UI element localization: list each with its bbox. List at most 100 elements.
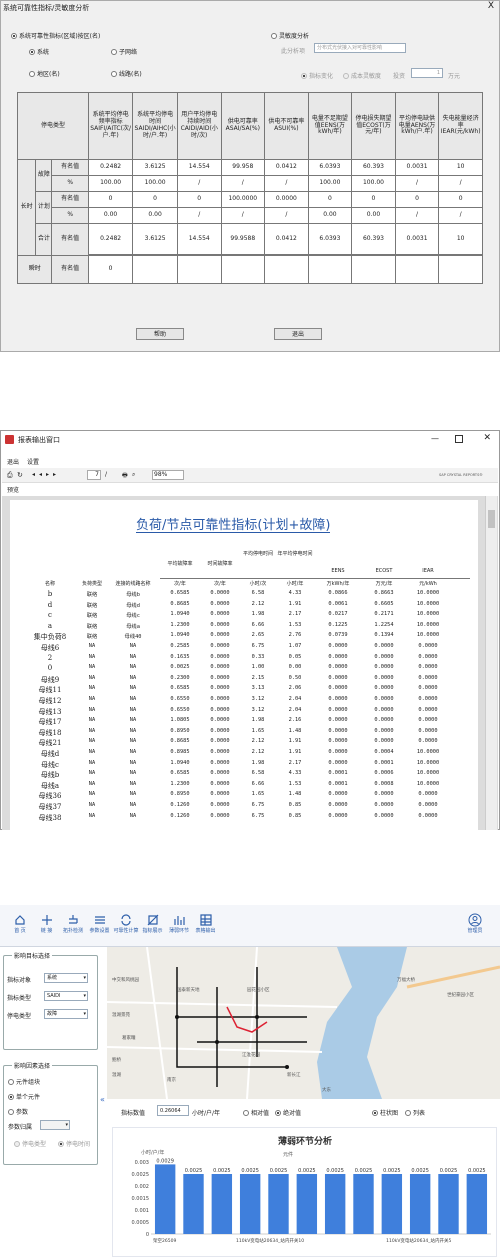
chart-bar <box>381 1174 403 1234</box>
label-fault: 故障 <box>35 159 53 192</box>
radio-relative[interactable]: 相对值 <box>243 1108 269 1117</box>
radio-index-change[interactable]: 指标变化 <box>301 71 333 80</box>
report-cell: 0.0000 <box>374 643 394 649</box>
scroll-thumb[interactable] <box>488 510 495 528</box>
map-label: 园花园小区 <box>247 988 270 993</box>
nav-label: 薄弱环节 <box>168 928 189 934</box>
radio-subsystem[interactable]: 子网络 <box>111 47 137 56</box>
radio-icon <box>8 1093 14 1100</box>
cell: 0.0412 <box>264 223 309 255</box>
nav-item[interactable]: 拓扑检测 <box>60 913 86 934</box>
report-cell: NA <box>129 685 137 692</box>
nav-item[interactable]: 指标展示 <box>140 913 166 934</box>
page-input[interactable]: 7 <box>87 470 101 480</box>
radio-label: 地区(名) <box>37 71 60 78</box>
map-label: 温湖景苑 <box>112 1013 130 1018</box>
nav-item[interactable]: 可靠性计算 <box>113 913 139 934</box>
title-underline <box>136 532 330 533</box>
analysis-select[interactable]: 分布式光伏接入对可靠性影响 <box>314 43 406 53</box>
label-named: 有名值 <box>51 191 89 208</box>
select-value: SAIDI <box>47 993 61 999</box>
report-cell: NA <box>129 664 137 671</box>
radio-absolute[interactable]: 绝对值 <box>275 1108 301 1117</box>
weak-link-chart: 薄弱环节分析小时/户/年 元件 0.003 0.0025 0.002 0.0015 0.00… <box>132 1135 491 1244</box>
radio-region[interactable]: 地区(名) <box>29 69 60 78</box>
maximize-icon[interactable] <box>455 435 463 443</box>
zoom-select[interactable]: 98% <box>152 470 184 480</box>
report-col-top: ECOST <box>375 568 393 574</box>
radio-sensitivity[interactable]: 灵敏度分析 <box>271 31 309 40</box>
radio-outage-type[interactable]: 停电类型 <box>14 1139 46 1148</box>
cell: 0.0031 <box>394 223 440 255</box>
minimize-icon[interactable]: — <box>431 434 439 443</box>
cell: 0.0412 <box>264 159 309 176</box>
cell: 14.554 <box>176 223 222 255</box>
fault-path <box>226 1006 268 1033</box>
outage-select[interactable]: 故障 ▾ <box>44 1009 88 1019</box>
search-icon[interactable]: ⌕ <box>132 471 135 479</box>
radio-list[interactable]: 列表 <box>405 1108 425 1117</box>
export-icon[interactable]: ⎙ <box>7 471 13 480</box>
chart-bar <box>268 1174 289 1234</box>
help-button[interactable]: 帮助 <box>136 328 184 340</box>
river <box>317 947 407 1099</box>
radio-system[interactable]: 系统 <box>29 47 49 56</box>
report-cell: NA <box>129 706 137 713</box>
param-attr-select[interactable]: ▾ <box>40 1120 70 1130</box>
map-label: 鲍桥 <box>112 1058 121 1063</box>
menu-exit[interactable]: 退出 <box>7 457 19 466</box>
object-select[interactable]: 系统 ▾ <box>44 973 88 983</box>
nav-item[interactable]: 参数设置 <box>87 913 113 934</box>
close-button[interactable]: X <box>488 1 494 11</box>
chart-bar <box>409 1174 431 1234</box>
report-cell: 0.0000 <box>374 674 394 681</box>
type-select[interactable]: SAIDI ▾ <box>44 991 88 1001</box>
cell: 100.00 <box>351 175 396 192</box>
page-nav-icons[interactable]: ◂◂▸▸ <box>32 471 60 478</box>
radio-system-metrics[interactable]: 系统可靠性指标(区域)按区(名) <box>11 31 100 40</box>
label-total: 合计 <box>35 223 53 256</box>
radio-line[interactable]: 线路(名) <box>111 69 142 78</box>
user-menu[interactable]: 管理员 <box>460 913 490 934</box>
print-icon[interactable]: 🖶 <box>122 471 128 481</box>
report-viewport: 负荷/节点可靠性指标(计划+故障) 平均故障率 时间故障率 平均停电时间 年平均停电时… <box>2 496 498 830</box>
menu-settings[interactable]: 设置 <box>27 457 39 466</box>
investment-input[interactable]: 1 <box>411 68 443 78</box>
report-cell: 0.0000 <box>328 706 348 713</box>
refresh-icon[interactable]: ↻ <box>17 471 23 479</box>
vertical-scrollbar[interactable] <box>485 496 497 830</box>
cell: 10 <box>438 159 483 176</box>
radio-param[interactable]: 参数 <box>8 1107 28 1116</box>
collapse-toggle[interactable]: « <box>100 1095 105 1104</box>
index-value-input[interactable]: 0.26064 <box>157 1105 189 1116</box>
report-cell: 0.0000 <box>418 643 438 649</box>
report-cell: 母线b <box>126 592 140 598</box>
outage-label: 停电类型 <box>7 1013 32 1020</box>
nav-item[interactable]: 薄弱环节 <box>166 913 192 934</box>
report-cell: 10.0000 <box>416 749 440 755</box>
map-view[interactable]: 万福大桥 世纪豪园小区 中交和风桃园 温湖景苑 葛家疃 鲍桥 温湖 新长江 江淮花园 国泰新天地南… <box>107 947 500 1099</box>
radio-single-component[interactable]: 单个元件 <box>8 1092 40 1101</box>
report-cell: 0.0000 <box>328 653 348 660</box>
report-cell: 10.0000 <box>416 780 440 787</box>
close-icon[interactable]: ✕ <box>483 433 491 443</box>
header-ecost: 停电损失期望值ECOST(万元/年) <box>351 92 396 160</box>
radio-cost-sensitivity[interactable]: 成本灵敏度 <box>343 71 381 80</box>
label-named: 有名值 <box>51 223 89 256</box>
radio-outage-time[interactable]: 停电时间 <box>58 1139 90 1148</box>
nav-item[interactable]: 首 页 <box>7 913 33 934</box>
tab-preview[interactable]: 预览 <box>7 485 19 494</box>
report-cell: 0.0000 <box>374 802 394 808</box>
radio-component-group[interactable]: 元件组块 <box>8 1077 40 1086</box>
radio-label: 元件组块 <box>16 1079 41 1086</box>
report-cell: 母线40 <box>124 634 142 641</box>
nav-item[interactable]: 链 接 <box>34 913 60 934</box>
report-cell: 0.1394 <box>374 632 394 639</box>
nav-item[interactable]: 表格输出 <box>193 913 219 934</box>
radio-bar-chart[interactable]: 柱状图 <box>372 1108 398 1117</box>
map-label: 南京 <box>167 1078 176 1083</box>
report-cell: NA <box>129 812 137 819</box>
exit-button[interactable]: 退出 <box>274 328 322 340</box>
roads <box>107 947 338 1099</box>
report-cell: 0.0000 <box>374 685 394 692</box>
